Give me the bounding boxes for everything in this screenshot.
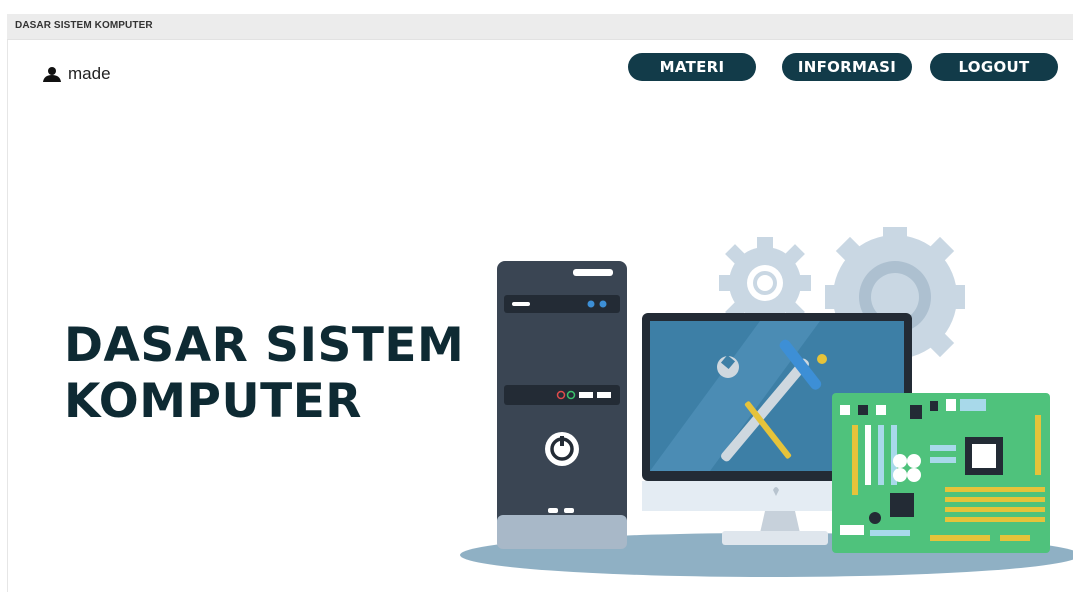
pc-tower	[497, 261, 627, 549]
username: made	[68, 64, 111, 83]
window-titlebar: DASAR SISTEM KOMPUTER	[7, 14, 1073, 40]
logout-button[interactable]: LOGOUT	[930, 53, 1058, 81]
user-icon	[43, 67, 61, 82]
window-title: DASAR SISTEM KOMPUTER	[15, 20, 153, 31]
hero-title-line-1: DASAR SISTEM	[64, 318, 465, 373]
page-left-border	[7, 40, 8, 592]
hero-title: DASAR SISTEM KOMPUTER	[64, 318, 464, 430]
informasi-button[interactable]: INFORMASI	[782, 53, 912, 81]
user-info: made	[42, 64, 111, 84]
motherboard	[832, 393, 1050, 553]
materi-button[interactable]: MATERI	[628, 53, 756, 81]
computer-illustration	[460, 227, 1073, 577]
hero-title-line-2: KOMPUTER	[64, 374, 363, 429]
